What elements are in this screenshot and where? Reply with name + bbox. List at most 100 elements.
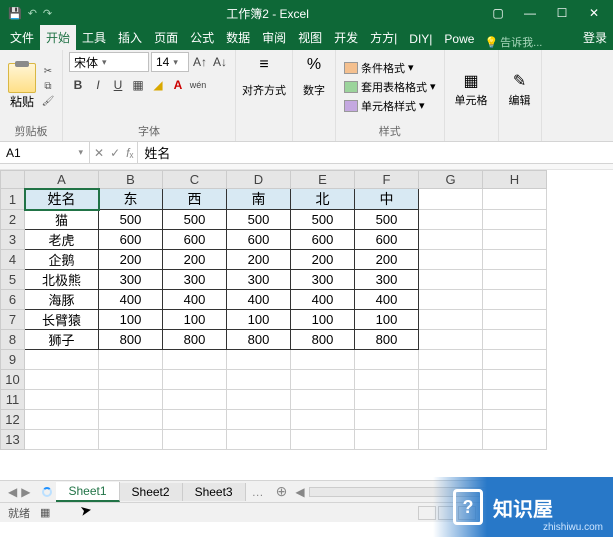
font-name-combo[interactable]: 宋体▾ [69,52,149,72]
cell-F4[interactable]: 200 [355,250,419,270]
tab-data[interactable]: 数据 [220,25,256,50]
cell-B11[interactable] [99,390,163,410]
cell-F8[interactable]: 800 [355,330,419,350]
italic-icon[interactable]: I [89,76,107,94]
cell-A8[interactable]: 狮子 [25,330,99,350]
cell-G9[interactable] [419,350,483,370]
row-header-10[interactable]: 10 [1,370,25,390]
sheet-more-icon[interactable]: … [246,485,270,499]
ribbon-options-icon[interactable]: ▢ [483,2,513,24]
cell-A13[interactable] [25,430,99,450]
cut-icon[interactable]: ✂ [40,65,56,79]
sheet-nav-next-icon[interactable]: ▶ [21,485,30,499]
fx-icon[interactable]: fₓ [126,146,133,160]
col-header-A[interactable]: A [25,171,99,189]
cell-H12[interactable] [483,410,547,430]
cell-D8[interactable]: 800 [227,330,291,350]
cell-H6[interactable] [483,290,547,310]
cell-B13[interactable] [99,430,163,450]
decrease-font-icon[interactable]: A↓ [211,53,229,71]
cell-H9[interactable] [483,350,547,370]
cell-G13[interactable] [419,430,483,450]
cell-H8[interactable] [483,330,547,350]
tab-developer[interactable]: 开发 [328,25,364,50]
cell-F12[interactable] [355,410,419,430]
cell-D9[interactable] [227,350,291,370]
cell-F13[interactable] [355,430,419,450]
cell-F5[interactable]: 300 [355,270,419,290]
cell-D10[interactable] [227,370,291,390]
cell-C3[interactable]: 600 [163,230,227,250]
cell-H5[interactable] [483,270,547,290]
name-box[interactable]: A1▾ [0,142,90,163]
cell-E10[interactable] [291,370,355,390]
cell-E9[interactable] [291,350,355,370]
cell-G5[interactable] [419,270,483,290]
cell-E4[interactable]: 200 [291,250,355,270]
cell-H3[interactable] [483,230,547,250]
cell-E5[interactable]: 300 [291,270,355,290]
row-header-2[interactable]: 2 [1,210,25,230]
cell-D6[interactable]: 400 [227,290,291,310]
row-header-4[interactable]: 4 [1,250,25,270]
cell-G8[interactable] [419,330,483,350]
cell-H10[interactable] [483,370,547,390]
row-header-12[interactable]: 12 [1,410,25,430]
table-format-button[interactable]: 套用表格格式 ▾ [342,78,438,96]
cell-C11[interactable] [163,390,227,410]
cell-D12[interactable] [227,410,291,430]
align-button[interactable]: ≡ [249,52,279,78]
cell-C7[interactable]: 100 [163,310,227,330]
cell-E3[interactable]: 600 [291,230,355,250]
cell-B5[interactable]: 300 [99,270,163,290]
cell-B2[interactable]: 500 [99,210,163,230]
cell-C5[interactable]: 300 [163,270,227,290]
minimize-icon[interactable]: — [515,2,545,24]
cell-D4[interactable]: 200 [227,250,291,270]
cell-G7[interactable] [419,310,483,330]
cell-D13[interactable] [227,430,291,450]
sheet-nav-prev-icon[interactable]: ◀ [8,485,17,499]
border-icon[interactable]: ▦ [129,76,147,94]
cell-G2[interactable] [419,210,483,230]
row-header-6[interactable]: 6 [1,290,25,310]
phonetic-icon[interactable]: wén [189,76,207,94]
cell-B3[interactable]: 600 [99,230,163,250]
cell-F11[interactable] [355,390,419,410]
cell-H7[interactable] [483,310,547,330]
sheet-tab-2[interactable]: Sheet2 [120,483,183,501]
row-header-8[interactable]: 8 [1,330,25,350]
col-header-D[interactable]: D [227,171,291,189]
tab-page[interactable]: 页面 [148,25,184,50]
paste-button[interactable]: 粘贴 [6,61,38,112]
cell-D2[interactable]: 500 [227,210,291,230]
cell-A7[interactable]: 长臂猿 [25,310,99,330]
cell-F1[interactable]: 中 [355,189,419,210]
accept-formula-icon[interactable]: ✓ [110,146,120,160]
cell-A11[interactable] [25,390,99,410]
cell-C13[interactable] [163,430,227,450]
font-color-icon[interactable]: A [169,76,187,94]
font-size-combo[interactable]: 14▾ [151,52,189,72]
cell-A12[interactable] [25,410,99,430]
tab-insert[interactable]: 插入 [112,25,148,50]
cell-H2[interactable] [483,210,547,230]
tab-file[interactable]: 文件 [4,25,40,50]
cell-G3[interactable] [419,230,483,250]
col-header-E[interactable]: E [291,171,355,189]
tab-power[interactable]: Powe [438,28,480,50]
close-icon[interactable]: ✕ [579,2,609,24]
sheet-tab-3[interactable]: Sheet3 [183,483,246,501]
editing-button[interactable]: ✎编辑 [505,68,535,110]
tab-review[interactable]: 审阅 [256,25,292,50]
bold-icon[interactable]: B [69,76,87,94]
cell-A3[interactable]: 老虎 [25,230,99,250]
cell-B8[interactable]: 800 [99,330,163,350]
cell-D3[interactable]: 600 [227,230,291,250]
increase-font-icon[interactable]: A↑ [191,53,209,71]
row-header-11[interactable]: 11 [1,390,25,410]
format-painter-icon[interactable]: 🖌 [40,95,56,109]
cell-F2[interactable]: 500 [355,210,419,230]
row-header-13[interactable]: 13 [1,430,25,450]
cell-B7[interactable]: 100 [99,310,163,330]
